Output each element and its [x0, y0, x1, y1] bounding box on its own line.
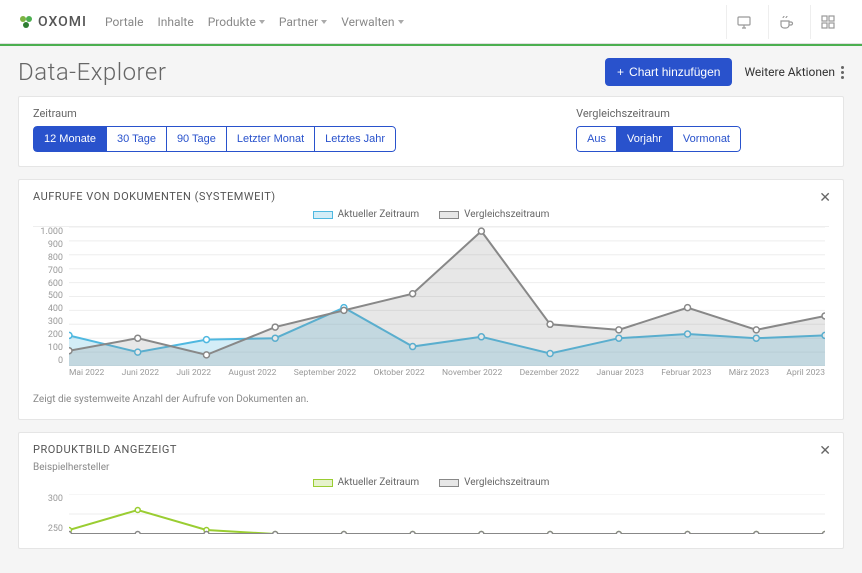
chart1-area: 1.000 900 800 700 600 500 400 300 200 100 0 Mai 20…: [33, 226, 829, 386]
ytick: 900: [33, 240, 63, 250]
nav-inhalte[interactable]: Inhalte: [157, 15, 193, 29]
coffee-icon[interactable]: [768, 5, 802, 39]
chart2-area: 300 250: [33, 494, 829, 534]
chart2-plot: [69, 494, 825, 534]
zeitraum-option-0[interactable]: 12 Monate: [33, 126, 107, 152]
vergleich-option-1[interactable]: Vorjahr: [616, 126, 673, 152]
add-chart-button[interactable]: + Chart hinzufügen: [605, 58, 732, 86]
legend-swatch-compare: [439, 479, 459, 487]
topbar-right: [726, 5, 844, 39]
ytick: 800: [33, 253, 63, 263]
chart2-title: PRODUKTBILD ANGEZEIGT: [33, 443, 829, 456]
chevron-down-icon: [259, 20, 265, 24]
ytick: 250: [33, 524, 63, 534]
brand-logo[interactable]: OXOMI: [18, 14, 87, 30]
chevron-down-icon: [398, 20, 404, 24]
plus-icon: +: [617, 65, 624, 79]
xtick: November 2022: [442, 368, 502, 386]
ytick: 400: [33, 304, 63, 314]
header-actions: + Chart hinzufügen Weitere Aktionen: [605, 58, 844, 86]
chart1-title: AUFRUFE VON DOKUMENTEN (SYSTEMWEIT): [33, 190, 829, 203]
chart1-legend: Aktueller Zeitraum Vergleichszeitraum: [33, 209, 829, 220]
more-actions-button[interactable]: Weitere Aktionen: [744, 65, 844, 79]
vergleich-group: Vergleichszeitraum AusVorjahrVormonat: [576, 107, 741, 152]
monitor-icon[interactable]: [726, 5, 760, 39]
chart1-description: Zeigt die systemweite Anzahl der Aufrufe…: [33, 394, 829, 405]
chart2-legend: Aktueller Zeitraum Vergleichszeitraum: [33, 477, 829, 488]
close-icon[interactable]: ✕: [819, 190, 831, 206]
xtick: Juli 2022: [176, 368, 211, 386]
legend-swatch-compare: [439, 211, 459, 219]
page-content: Data-Explorer + Chart hinzufügen Weitere…: [0, 46, 862, 573]
legend-compare: Vergleichszeitraum: [439, 477, 549, 488]
xtick: März 2023: [729, 368, 769, 386]
xtick: April 2023: [786, 368, 825, 386]
nav-partner[interactable]: Partner: [279, 15, 327, 29]
nav-portale[interactable]: Portale: [105, 15, 143, 29]
xtick: Februar 2023: [661, 368, 711, 386]
xtick: Mai 2022: [69, 368, 104, 386]
chart-panel-1: ✕ AUFRUFE VON DOKUMENTEN (SYSTEMWEIT) Ak…: [18, 179, 844, 420]
page-title: Data-Explorer: [18, 58, 166, 86]
xtick: August 2022: [228, 368, 276, 386]
ytick: 600: [33, 279, 63, 289]
zeitraum-buttons: 12 Monate30 Tage90 TageLetzter MonatLetz…: [33, 126, 396, 152]
xtick: September 2022: [294, 368, 356, 386]
chart1-plot: [69, 227, 825, 366]
ytick: 1.000: [33, 227, 63, 237]
vergleich-option-0[interactable]: Aus: [576, 126, 617, 152]
xtick: Dezember 2022: [520, 368, 580, 386]
main-nav: Portale Inhalte Produkte Partner Verwalt…: [105, 15, 403, 29]
filter-panel: Zeitraum 12 Monate30 Tage90 TageLetzter …: [18, 96, 844, 167]
brand-text: OXOMI: [38, 14, 87, 30]
ytick: 0: [33, 356, 63, 366]
ytick: 700: [33, 266, 63, 276]
ytick: 200: [33, 330, 63, 340]
legend-compare: Vergleichszeitraum: [439, 209, 549, 220]
legend-current: Aktueller Zeitraum: [313, 477, 420, 488]
zeitraum-label: Zeitraum: [33, 107, 396, 120]
chevron-down-icon: [321, 20, 327, 24]
nav-verwalten[interactable]: Verwalten: [341, 15, 403, 29]
topbar: OXOMI Portale Inhalte Produkte Partner V…: [0, 0, 862, 44]
zeitraum-group: Zeitraum 12 Monate30 Tage90 TageLetzter …: [33, 107, 396, 152]
chart2-yaxis: 300 250: [33, 494, 67, 534]
vergleich-option-2[interactable]: Vormonat: [672, 126, 741, 152]
kebab-icon: [841, 66, 844, 79]
legend-swatch-current: [313, 479, 333, 487]
chart1-yaxis: 1.000 900 800 700 600 500 400 300 200 100 0: [33, 227, 67, 366]
ytick: 500: [33, 291, 63, 301]
xtick: Januar 2023: [596, 368, 643, 386]
ytick: 300: [33, 494, 63, 504]
xtick: Oktober 2022: [374, 368, 425, 386]
chart2-subtitle: Beispielhersteller: [33, 462, 829, 473]
ytick: 300: [33, 317, 63, 327]
zeitraum-option-4[interactable]: Letztes Jahr: [314, 126, 396, 152]
close-icon[interactable]: ✕: [819, 443, 831, 459]
page-header: Data-Explorer + Chart hinzufügen Weitere…: [18, 58, 844, 86]
zeitraum-option-2[interactable]: 90 Tage: [166, 126, 227, 152]
xtick: Juni 2022: [122, 368, 159, 386]
legend-swatch-current: [313, 211, 333, 219]
zeitraum-option-3[interactable]: Letzter Monat: [226, 126, 315, 152]
chart1-xaxis: Mai 2022 Juni 2022 Juli 2022 August 2022 Sep…: [69, 368, 825, 386]
vergleich-label: Vergleichszeitraum: [576, 107, 741, 120]
zeitraum-option-1[interactable]: 30 Tage: [106, 126, 167, 152]
grid-icon[interactable]: [810, 5, 844, 39]
legend-current: Aktueller Zeitraum: [313, 209, 420, 220]
vergleich-buttons: AusVorjahrVormonat: [576, 126, 741, 152]
logo-icon: [18, 14, 34, 30]
ytick: 100: [33, 343, 63, 353]
chart-panel-2: ✕ PRODUKTBILD ANGEZEIGT Beispielherstell…: [18, 432, 844, 549]
nav-produkte[interactable]: Produkte: [208, 15, 265, 29]
